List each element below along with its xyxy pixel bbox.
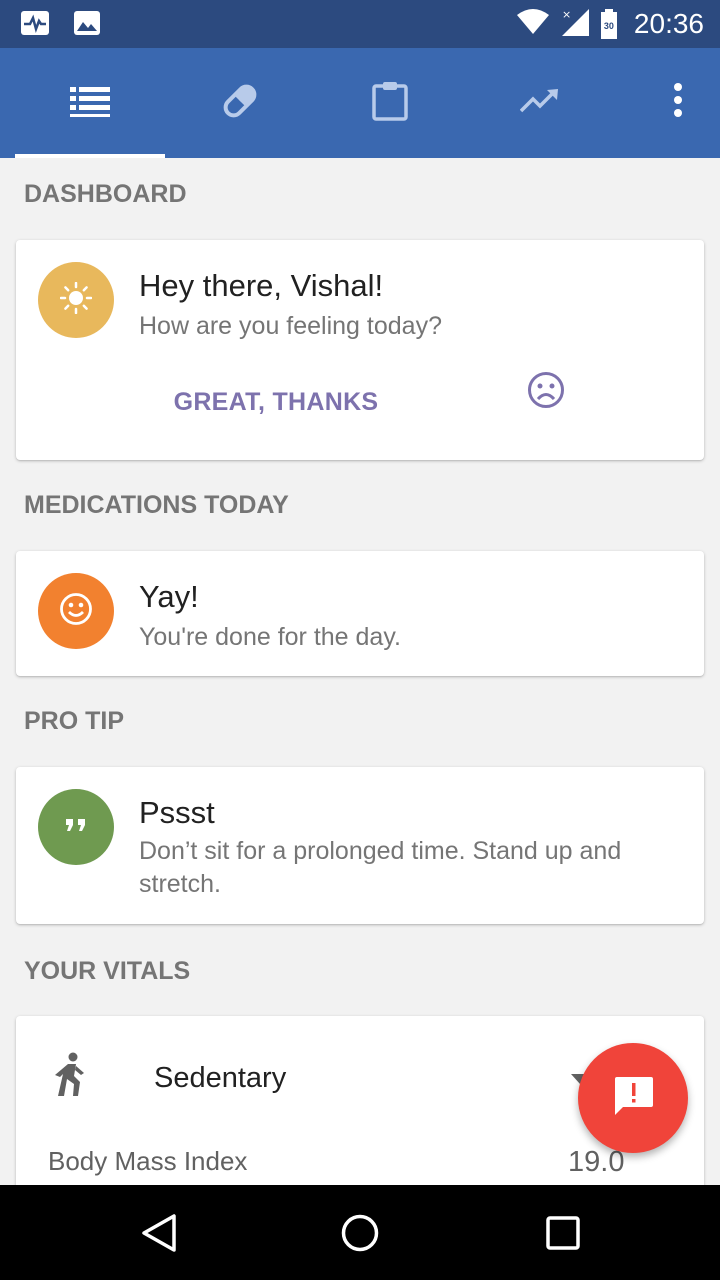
medications-message: You're done for the day. [139,623,401,651]
status-bar: × 30 20:36 [0,0,720,48]
activity-level-label: Sedentary [154,1062,287,1094]
greeting-question: How are you feeling today? [139,312,442,340]
medications-heading: Yay! [139,579,199,614]
tab-dashboard[interactable] [15,48,165,158]
battery-level: 30 [603,21,614,31]
back-button[interactable] [131,1207,187,1263]
home-button[interactable] [332,1207,388,1263]
clipboard-icon [372,81,408,126]
pro-tip-message: Don’t sit for a prolonged time. Stand up… [139,837,622,898]
quote-icon [64,817,88,838]
pro-tip-avatar [38,789,114,865]
recents-icon [545,1215,581,1256]
battery-icon: 30 [600,9,618,39]
bmi-value: 19.0 [568,1146,625,1178]
back-icon [141,1213,177,1258]
medications-card[interactable]: Yay! You're done for the day. [16,551,704,676]
pill-icon [220,81,260,126]
list-icon [70,85,110,122]
dashboard-content[interactable]: DASHBOARD Hey there, Vishal! How are you… [0,158,720,1185]
bmi-label: Body Mass Index [48,1146,248,1176]
feedback-icon [611,1075,655,1122]
great-thanks-button[interactable]: GREAT, THANKS [156,380,396,424]
section-title-dashboard: DASHBOARD [24,180,187,208]
more-options-button[interactable] [658,80,698,124]
tab-records[interactable] [315,48,465,158]
section-title-vitals: YOUR VITALS [24,957,191,985]
section-title-medications: MEDICATIONS TODAY [24,491,289,519]
section-title-pro-tip: PRO TIP [24,707,125,735]
pulse-notification-icon [20,10,50,36]
walking-icon [52,1052,86,1103]
pro-tip-card[interactable]: Pssst Don’t sit for a prolonged time. St… [16,767,704,924]
feeling-bad-button[interactable] [522,368,570,416]
wifi-icon [516,8,550,40]
recents-button[interactable] [535,1207,591,1263]
svg-text:×: × [562,8,571,21]
feedback-fab[interactable] [578,1043,688,1153]
tab-trends[interactable] [465,48,615,158]
status-time: 20:36 [633,8,704,39]
medications-avatar [38,573,114,649]
app-bar [0,48,720,158]
system-nav-bar [0,1185,720,1280]
image-notification-icon [72,10,102,36]
smile-icon [59,592,93,631]
sun-icon [59,281,93,319]
pro-tip-heading: Pssst [139,795,215,830]
greeting-title: Hey there, Vishal! [139,268,384,303]
trending-icon [519,88,560,119]
more-vert-icon [673,82,683,122]
home-icon [340,1213,380,1258]
greeting-card: Hey there, Vishal! How are you feeling t… [16,240,704,460]
signal-icon: × [560,7,590,42]
tab-medications[interactable] [165,48,315,158]
greeting-avatar [38,262,114,338]
sad-face-icon [527,371,565,414]
